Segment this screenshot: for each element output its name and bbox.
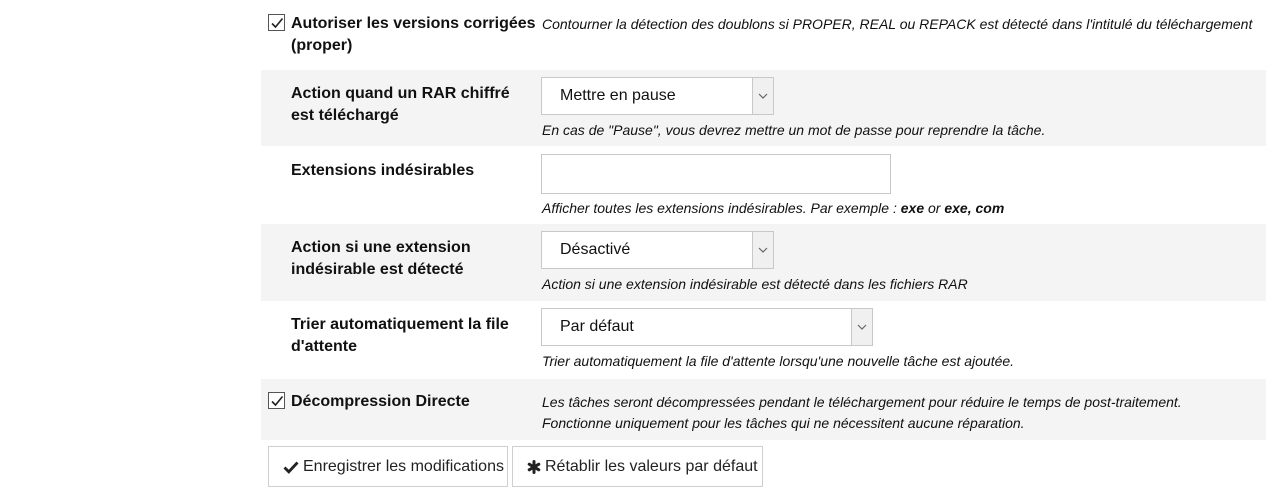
checkmark-icon xyxy=(283,461,299,474)
reset-defaults-button[interactable]: Rétablir les valeurs par défaut xyxy=(512,446,763,487)
setting-row-auto-sort: Trier automatiquement la file d'attente … xyxy=(261,302,1266,378)
unwanted-ext-label: Extensions indésirables xyxy=(291,162,475,179)
example-exe-com: exe, com xyxy=(944,200,1005,216)
save-button-label: Enregistrer les modifications xyxy=(303,457,504,475)
auto-sort-selected: Par défaut xyxy=(560,318,634,335)
direct-unpack-label: Décompression Directe xyxy=(291,393,470,410)
proper-description: Contourner la détection des doublons si … xyxy=(542,16,1253,32)
encrypted-rar-selected: Mettre en pause xyxy=(560,87,676,104)
setting-row-unwanted-ext-action: Action si une extension indésirable est … xyxy=(261,224,1266,301)
direct-unpack-description-line2: Fonctionne uniquement pour les tâches qu… xyxy=(542,415,1025,431)
encrypted-rar-description: En cas de "Pause", vous devrez mettre un… xyxy=(542,122,1046,138)
setting-row-proper: Autoriser les versions corrigées (proper… xyxy=(261,0,1266,68)
checkmark-icon xyxy=(271,395,284,407)
proper-checkbox[interactable] xyxy=(268,14,285,31)
auto-sort-label: Trier automatiquement la file d'attente xyxy=(291,316,509,355)
setting-row-direct-unpack: Décompression Directe Les tâches seront … xyxy=(261,379,1266,440)
auto-sort-select[interactable]: Par défaut xyxy=(541,308,873,346)
unwanted-ext-input[interactable] xyxy=(541,154,891,194)
direct-unpack-checkbox[interactable] xyxy=(268,392,285,409)
chevron-down-icon xyxy=(752,78,773,114)
unwanted-ext-action-select[interactable]: Désactivé xyxy=(541,231,774,269)
chevron-down-icon xyxy=(851,309,872,345)
unwanted-ext-action-description: Action si une extension indésirable est … xyxy=(542,276,968,292)
unwanted-ext-description-text: Afficher toutes les extensions indésirab… xyxy=(542,200,901,216)
example-or: or xyxy=(924,200,945,216)
checkmark-icon xyxy=(271,17,284,29)
proper-label: Autoriser les versions corrigées (proper… xyxy=(291,15,536,54)
save-button[interactable]: Enregistrer les modifications xyxy=(268,446,508,487)
unwanted-ext-action-selected: Désactivé xyxy=(560,241,631,258)
setting-row-unwanted-ext: Extensions indésirables Afficher toutes … xyxy=(261,148,1266,222)
reset-defaults-button-label: Rétablir les valeurs par défaut xyxy=(545,457,758,475)
example-exe: exe xyxy=(900,200,925,216)
setting-row-encrypted-rar: Action quand un RAR chiffré est téléchar… xyxy=(261,70,1266,146)
unwanted-ext-description: Afficher toutes les extensions indésirab… xyxy=(542,198,1004,218)
direct-unpack-description-line1: Les tâches seront décompressées pendant … xyxy=(542,394,1182,410)
auto-sort-description: Trier automatiquement la file d'attente … xyxy=(542,353,1015,369)
asterisk-icon xyxy=(527,459,541,474)
encrypted-rar-select[interactable]: Mettre en pause xyxy=(541,77,774,115)
unwanted-ext-action-label: Action si une extension indésirable est … xyxy=(291,239,471,278)
chevron-down-icon xyxy=(752,232,773,268)
encrypted-rar-label: Action quand un RAR chiffré est téléchar… xyxy=(291,85,510,124)
